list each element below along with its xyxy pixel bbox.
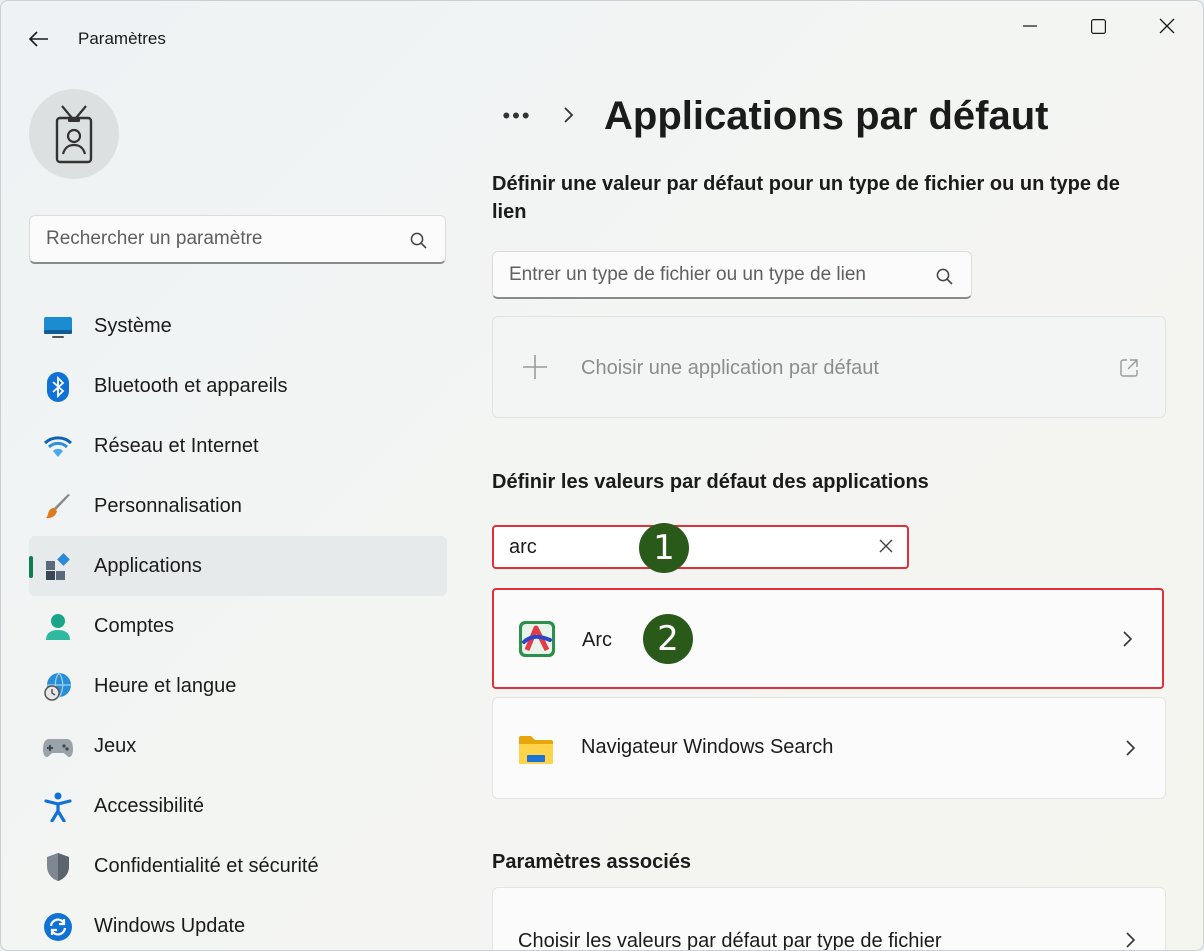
sidebar-item-reseau[interactable]: Réseau et Internet [29,416,447,476]
app-name: Navigateur Windows Search [581,736,834,758]
close-icon [1159,18,1175,34]
user-badge-icon [55,105,93,164]
choose-default-app-card: Choisir une application par défaut [492,316,1166,418]
settings-search-box[interactable] [29,215,446,264]
search-icon[interactable] [410,232,427,249]
filetype-section-title: Définir une valeur par défaut pour un ty… [492,173,1120,223]
title-bar: Paramètres [1,1,1203,73]
maximize-button[interactable] [1075,9,1121,43]
close-button[interactable] [1144,9,1190,43]
back-button[interactable] [23,23,55,55]
choose-default-app-label: Choisir une application par défaut [581,357,879,379]
search-icon[interactable] [936,268,953,285]
app-title: Paramètres [78,29,166,48]
sidebar-item-label: Applications [94,554,202,577]
sidebar-item-label: Windows Update [94,914,246,937]
related-section-title: Paramètres associés [492,851,692,873]
wifi-icon [43,432,73,462]
sidebar-item-label: Système [94,314,172,337]
settings-search-input[interactable] [30,216,445,262]
app-search-input[interactable] [494,527,907,567]
plus-icon [523,355,547,379]
gamepad-icon [43,732,73,762]
apps-section-title: Définir les valeurs par défaut des appli… [492,471,929,493]
app-name: Arc [582,629,612,651]
sidebar-item-systeme[interactable]: Système [29,296,447,356]
related-item-label: Choisir les valeurs par défaut par type … [518,930,942,951]
chevron-right-icon [1123,631,1133,647]
sidebar-item-label: Réseau et Internet [94,434,259,457]
apps-icon [43,552,73,582]
avatar[interactable] [29,89,119,179]
sidebar-item-windows-update[interactable]: Windows Update [29,896,447,950]
minimize-button[interactable] [1007,9,1053,43]
settings-window: Paramètres Système [0,0,1204,951]
bluetooth-icon [43,372,73,402]
step-badge-2: 2 [643,614,693,664]
sidebar-item-label: Comptes [94,614,175,637]
sidebar-nav: Système Bluetooth et appareils Réseau et… [29,296,447,950]
folder-icon [519,736,553,764]
clear-icon[interactable] [879,539,893,553]
arc-browser-icon [519,621,555,657]
sidebar-item-label: Accessibilité [94,794,205,817]
sidebar-item-accessibilite[interactable]: Accessibilité [29,776,447,836]
sidebar-item-confidentialite[interactable]: Confidentialité et sécurité [29,836,447,896]
maximize-icon [1090,18,1106,34]
sidebar-item-applications[interactable]: Applications [29,536,447,596]
arrow-left-icon [29,31,48,47]
sidebar-item-label: Personnalisation [94,494,242,517]
account-icon [43,612,73,642]
update-icon [43,912,73,942]
brush-icon [43,492,73,522]
app-search-box[interactable] [492,525,909,569]
sidebar-item-personnalisation[interactable]: Personnalisation [29,476,447,536]
page-title: Applications par défaut [604,94,1049,138]
chevron-right-icon [564,107,574,123]
sidebar-item-jeux[interactable]: Jeux [29,716,447,776]
filetype-search-box[interactable] [492,251,972,299]
step-badge-1: 1 [639,523,689,573]
app-row-windows-search[interactable]: Navigateur Windows Search [492,697,1166,799]
app-row-arc[interactable]: Arc [492,588,1164,689]
sidebar-item-label: Confidentialité et sécurité [94,854,319,877]
globe-clock-icon [43,672,73,702]
sidebar-item-label: Heure et langue [94,674,237,697]
monitor-icon [43,312,73,342]
shield-icon [43,852,73,882]
sidebar-item-bluetooth[interactable]: Bluetooth et appareils [29,356,447,416]
chevron-right-icon [1126,740,1136,756]
sidebar-item-label: Bluetooth et appareils [94,374,288,397]
breadcrumb-more-button[interactable]: ••• [497,91,537,141]
filetype-search-input[interactable] [493,252,971,297]
sidebar-item-comptes[interactable]: Comptes [29,596,447,656]
open-external-icon [1120,359,1138,377]
chevron-right-icon [1126,932,1136,948]
minimize-icon [1023,25,1037,27]
sidebar-item-heure-langue[interactable]: Heure et langue [29,656,447,716]
sidebar-item-label: Jeux [94,734,137,757]
related-item-filetype-defaults[interactable]: Choisir les valeurs par défaut par type … [492,887,1166,951]
accessibility-icon [43,792,73,822]
